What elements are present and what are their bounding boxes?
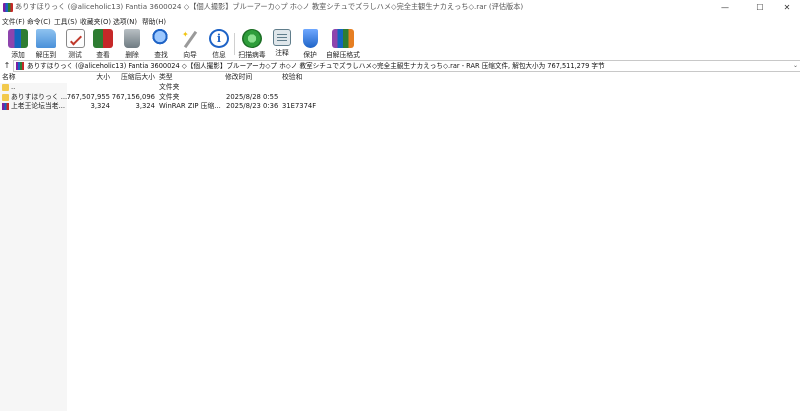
sfx-archive-icon: [332, 29, 354, 48]
wand-icon: ✦: [180, 29, 200, 49]
row-size: 767,507,955: [66, 93, 110, 101]
info-button[interactable]: i 信息: [207, 27, 231, 59]
test-label: 测试: [68, 51, 82, 59]
extract-to-label: 解压到: [35, 51, 57, 59]
row-crc: 31E7374F: [282, 102, 317, 110]
trash-icon: [124, 29, 140, 48]
table-row[interactable]: .. 文件夹: [0, 83, 800, 92]
row-type: WinRAR ZIP 压缩...: [159, 102, 221, 110]
info-label: 信息: [212, 51, 226, 59]
shield-icon: [302, 29, 318, 48]
header-packed[interactable]: 压缩后大小: [121, 72, 155, 83]
magnifier-icon: [151, 29, 171, 48]
header-size[interactable]: 大小: [70, 72, 110, 83]
wizard-button[interactable]: ✦ 向导: [178, 27, 202, 59]
protect-button[interactable]: 保护: [298, 27, 322, 59]
menu-bar: 文件(F) 命令(C) 工具(S) 收藏夹(O) 选项(N) 帮助(H): [0, 15, 800, 27]
comment-button[interactable]: 注释: [270, 27, 294, 59]
find-button[interactable]: 查找: [149, 27, 173, 59]
row-packed: 3,324: [135, 102, 155, 110]
menu-favorites[interactable]: 收藏夹(O): [80, 16, 111, 26]
add-button[interactable]: 添加: [6, 27, 30, 59]
header-type[interactable]: 类型: [159, 72, 173, 83]
row-name: ありすほりっく ...: [11, 93, 68, 101]
virus-scan-icon: [242, 29, 262, 48]
archive-icon: [16, 62, 24, 70]
row-size: 3,324: [90, 102, 110, 110]
add-archive-icon: [8, 29, 28, 48]
row-packed: 767,156,096: [111, 93, 155, 101]
menu-help[interactable]: 帮助(H): [142, 16, 166, 26]
minimize-button[interactable]: —: [710, 0, 740, 15]
chevron-down-icon[interactable]: ⌄: [793, 61, 798, 71]
sfx-button[interactable]: 自解压格式: [325, 27, 361, 59]
row-name: 上老王论坛当老...: [11, 102, 66, 110]
row-modified: 2025/8/28 0:55: [226, 93, 279, 101]
menu-file[interactable]: 文件(F): [2, 16, 25, 26]
file-list: 名称 大小 压缩后大小 类型 修改时间 校验和 .. 文件夹 ありすほりっく .…: [0, 72, 800, 411]
title-bar: ありすほりっく (@aliceholic13) Fantia 3600024 ◇…: [0, 0, 800, 15]
menu-commands[interactable]: 命令(C): [27, 16, 51, 26]
view-label: 查看: [96, 51, 110, 59]
row-name: ..: [11, 83, 16, 91]
delete-label: 删除: [125, 51, 139, 59]
virus-scan-button[interactable]: 扫描病毒: [237, 27, 267, 59]
menu-options[interactable]: 选项(N): [113, 16, 137, 26]
extract-to-button[interactable]: 解压到: [33, 27, 59, 59]
delete-button[interactable]: 删除: [120, 27, 144, 59]
header-modified[interactable]: 修改时间: [225, 72, 252, 83]
table-row[interactable]: 上老王论坛当老... 3,324 3,324 WinRAR ZIP 压缩... …: [0, 102, 800, 111]
header-name[interactable]: 名称: [2, 72, 16, 83]
toolbar: 添加 解压到 测试 查看 删除 查找 ✦ 向导 i 信息 扫描病毒 注释 保护 …: [0, 27, 800, 59]
winrar-app-icon: [3, 3, 13, 12]
extract-folder-icon: [36, 29, 56, 48]
maximize-button[interactable]: ☐: [745, 0, 775, 15]
comment-label: 注释: [275, 49, 289, 57]
table-row[interactable]: ありすほりっく ... 767,507,955 767,156,096 文件夹 …: [0, 93, 800, 102]
info-icon: i: [209, 29, 229, 48]
zip-archive-icon: [2, 103, 9, 110]
test-checklist-icon: [65, 29, 85, 48]
add-label: 添加: [11, 51, 25, 59]
sfx-label: 自解压格式: [326, 51, 360, 59]
parent-folder-icon: [2, 84, 9, 91]
header-crc[interactable]: 校验和: [282, 72, 302, 83]
toolbar-divider: [234, 33, 235, 55]
close-button[interactable]: ✕: [772, 0, 800, 15]
row-modified: 2025/8/23 0:36: [226, 102, 279, 110]
path-field[interactable]: ありすほりっく (@aliceholic13) Fantia 3600024 ◇…: [13, 60, 800, 72]
row-type: 文件夹: [159, 93, 180, 101]
name-column-shade: [0, 83, 67, 411]
window-title: ありすほりっく (@aliceholic13) Fantia 3600024 ◇…: [15, 2, 524, 11]
row-type: 文件夹: [159, 83, 180, 91]
up-arrow-icon[interactable]: ↑: [2, 59, 12, 72]
test-button[interactable]: 测试: [63, 27, 87, 59]
protect-label: 保护: [303, 51, 317, 59]
path-text: ありすほりっく (@aliceholic13) Fantia 3600024 ◇…: [27, 62, 605, 70]
folder-icon: [2, 94, 9, 101]
virus-scan-label: 扫描病毒: [238, 51, 266, 59]
comment-icon: [273, 29, 291, 46]
view-button[interactable]: 查看: [91, 27, 115, 59]
menu-tools[interactable]: 工具(S): [54, 16, 77, 26]
view-book-icon: [93, 29, 113, 48]
find-label: 查找: [154, 51, 168, 59]
path-bar: ↑ ありすほりっく (@aliceholic13) Fantia 3600024…: [0, 59, 800, 72]
wizard-label: 向导: [183, 51, 197, 59]
